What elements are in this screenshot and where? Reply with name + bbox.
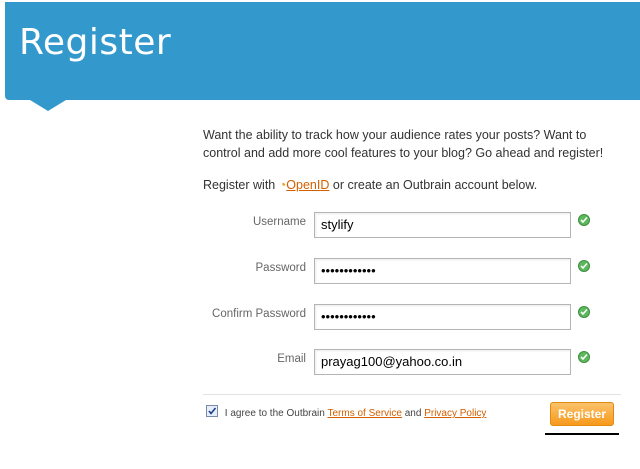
button-underline xyxy=(545,433,619,435)
openid-line: Register with ◔OpenID or create an Outbr… xyxy=(203,178,537,192)
email-valid-check-icon xyxy=(578,351,590,363)
openid-link[interactable]: OpenID xyxy=(286,178,329,192)
openid-prefix: Register with xyxy=(203,178,276,192)
page-header: Register xyxy=(5,2,640,100)
email-input[interactable]: prayag100@yahoo.co.in xyxy=(314,349,571,375)
password-valid-check-icon xyxy=(578,260,590,272)
agree-prefix: I agree to the Outbrain xyxy=(224,408,325,419)
username-input[interactable]: stylify xyxy=(314,212,571,238)
privacy-policy-link[interactable]: Privacy Policy xyxy=(424,408,486,419)
username-label: Username xyxy=(252,216,306,228)
confirm-password-label: Confirm Password xyxy=(212,308,306,320)
email-label: Email xyxy=(277,353,306,365)
intro-text: Want the ability to track how your audie… xyxy=(203,128,604,160)
openid-suffix: or create an Outbrain account below. xyxy=(332,178,538,192)
password-label: Password xyxy=(255,262,307,274)
confirm-password-valid-check-icon xyxy=(578,306,590,318)
agree-and: and xyxy=(404,408,422,419)
page-title: Register xyxy=(19,22,172,63)
password-input[interactable]: •••••••••••• xyxy=(314,258,571,284)
username-valid-check-icon xyxy=(578,214,590,226)
form-divider xyxy=(203,394,621,395)
register-button[interactable]: Register xyxy=(550,402,614,426)
terms-agreement: I agree to the Outbrain Terms of Service… xyxy=(206,405,486,419)
terms-of-service-link[interactable]: Terms of Service xyxy=(327,408,401,419)
agree-checkbox[interactable] xyxy=(206,405,218,417)
header-pointer xyxy=(30,100,66,111)
confirm-password-input[interactable]: •••••••••••• xyxy=(314,304,571,330)
